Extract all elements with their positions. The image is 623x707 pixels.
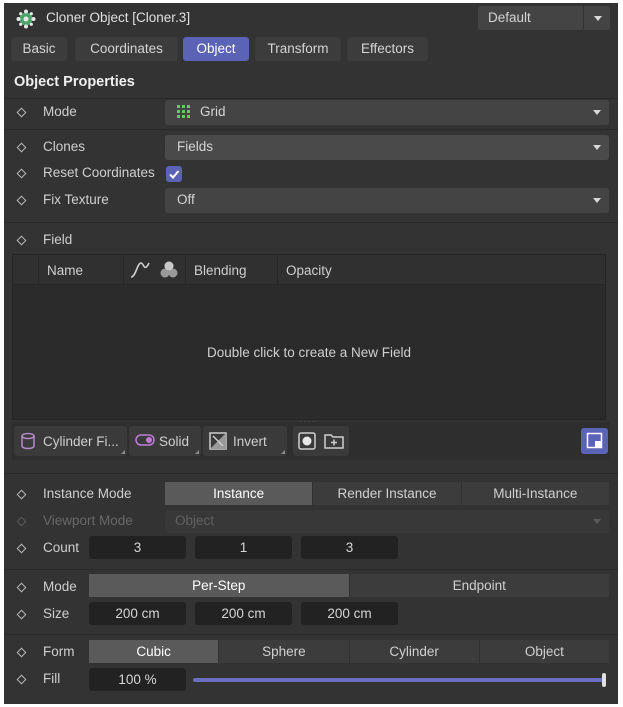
keyframe-diamond-icon[interactable] [16, 107, 27, 118]
tab-transform[interactable]: Transform [255, 37, 341, 61]
tab-effectors[interactable]: Effectors [347, 37, 428, 61]
preset-dropdown[interactable]: Default [478, 6, 610, 30]
keyframe-diamond-icon[interactable] [16, 647, 27, 658]
size-label: Size [43, 606, 70, 621]
chevron-down-icon [593, 110, 601, 115]
reset-coordinates-label: Reset Coordinates [43, 165, 155, 180]
clones-value: Fields [177, 139, 214, 154]
preset-value: Default [488, 10, 531, 25]
grid-mode-label: Mode [43, 579, 77, 594]
invert-button[interactable]: Invert [203, 426, 287, 456]
field-list-toggle-button[interactable] [581, 428, 608, 454]
grid-icon [177, 105, 191, 119]
chevron-down-icon [593, 519, 601, 524]
fill-field[interactable]: 100 % [89, 668, 186, 691]
section-title: Object Properties [14, 74, 135, 90]
form-sphere[interactable]: Sphere [219, 640, 350, 663]
fill-slider-track[interactable] [193, 678, 605, 682]
mode-value: Grid [200, 104, 226, 119]
solid-button[interactable]: Solid [129, 426, 201, 456]
size-y-field[interactable]: 200 cm [195, 602, 292, 625]
add-folder-icon [324, 432, 344, 450]
chevron-down-icon [594, 16, 602, 21]
checkmark-icon [169, 170, 180, 179]
fill-slider-handle[interactable] [602, 673, 606, 687]
viewport-mode-dropdown: Object [165, 510, 609, 533]
solid-label: Solid [159, 434, 190, 449]
chevron-down-icon [593, 198, 601, 203]
add-layer-button[interactable] [293, 426, 349, 456]
tab-coordinates[interactable]: Coordinates [75, 37, 178, 61]
header-bar: Cloner Object [Cloner.3] Default [4, 3, 618, 33]
cylinder-icon [20, 432, 36, 450]
viewport-mode-value: Object [175, 513, 215, 528]
column-blending: Blending [194, 263, 247, 278]
instance-mode-segmented: Instance Render Instance Multi-Instance [165, 482, 609, 505]
fill-slider-fill [193, 678, 605, 682]
attribute-manager-panel: Cloner Object [Cloner.3] Default Basic C… [4, 3, 618, 704]
cylinder-field-label: Cylinder Fi... [43, 434, 119, 449]
keyframe-diamond-icon [16, 516, 27, 527]
keyframe-diamond-icon[interactable] [16, 582, 27, 593]
fix-texture-dropdown[interactable]: Off [165, 188, 609, 213]
keyframe-diamond-icon[interactable] [16, 489, 27, 500]
form-cubic[interactable]: Cubic [89, 640, 220, 663]
grid-mode-per-step[interactable]: Per-Step [89, 574, 350, 597]
count-z-field[interactable]: 3 [301, 536, 398, 559]
curve-icon [129, 260, 151, 280]
keyframe-diamond-icon[interactable] [16, 142, 27, 153]
instance-mode-render-instance[interactable]: Render Instance [313, 482, 462, 505]
tab-basic[interactable]: Basic [11, 37, 67, 61]
count-x-field[interactable]: 3 [89, 536, 186, 559]
clones-dropdown[interactable]: Fields [165, 135, 609, 160]
invert-icon [209, 432, 227, 450]
grid-mode-endpoint[interactable]: Endpoint [349, 574, 609, 597]
form-cylinder[interactable]: Cylinder [349, 640, 480, 663]
clones-label: Clones [43, 139, 86, 154]
column-opacity: Opacity [286, 263, 332, 278]
form-label: Form [43, 644, 75, 659]
keyframe-diamond-icon[interactable] [16, 168, 27, 179]
column-name: Name [47, 263, 84, 278]
instance-mode-label: Instance Mode [43, 486, 132, 501]
cylinder-field-button[interactable]: Cylinder Fi... [14, 426, 127, 456]
cloner-icon [16, 9, 36, 29]
size-x-field[interactable]: 200 cm [89, 602, 186, 625]
fix-texture-label: Fix Texture [43, 192, 109, 207]
record-icon [298, 432, 316, 450]
layers-icon [159, 260, 179, 280]
count-label: Count [43, 540, 80, 555]
size-z-field[interactable]: 200 cm [301, 602, 398, 625]
fill-label: Fill [43, 671, 61, 686]
reset-coordinates-checkbox[interactable] [166, 166, 182, 182]
toggle-icon [135, 434, 155, 446]
instance-mode-instance[interactable]: Instance [165, 482, 314, 505]
field-list[interactable]: Name Blending Opacity Double click to cr… [12, 254, 606, 420]
viewport-mode-label: Viewport Mode [43, 513, 133, 528]
keyframe-diamond-icon[interactable] [16, 543, 27, 554]
instance-mode-multi-instance[interactable]: Multi-Instance [461, 482, 609, 505]
keyframe-diamond-icon[interactable] [16, 609, 27, 620]
field-list-header: Name Blending Opacity [13, 255, 605, 285]
invert-label: Invert [233, 434, 267, 449]
keyframe-diamond-icon[interactable] [16, 674, 27, 685]
count-y-field[interactable]: 1 [195, 536, 292, 559]
header-title: Cloner Object [Cloner.3] [46, 10, 191, 25]
list-panel-icon [586, 432, 604, 450]
fix-texture-value: Off [177, 192, 195, 207]
field-empty-text: Double click to create a New Field [206, 345, 412, 360]
tab-object[interactable]: Object [183, 37, 249, 61]
form-object[interactable]: Object [479, 640, 609, 663]
mode-dropdown[interactable]: Grid [165, 100, 609, 125]
grid-mode-segmented: Per-Step Endpoint [89, 574, 609, 597]
chevron-down-icon [593, 145, 601, 150]
field-label: Field [43, 232, 73, 247]
keyframe-diamond-icon[interactable] [16, 195, 27, 206]
form-segmented: Cubic Sphere Cylinder Object [89, 640, 609, 663]
keyframe-diamond-icon[interactable] [16, 235, 27, 246]
mode-label: Mode [43, 104, 77, 119]
